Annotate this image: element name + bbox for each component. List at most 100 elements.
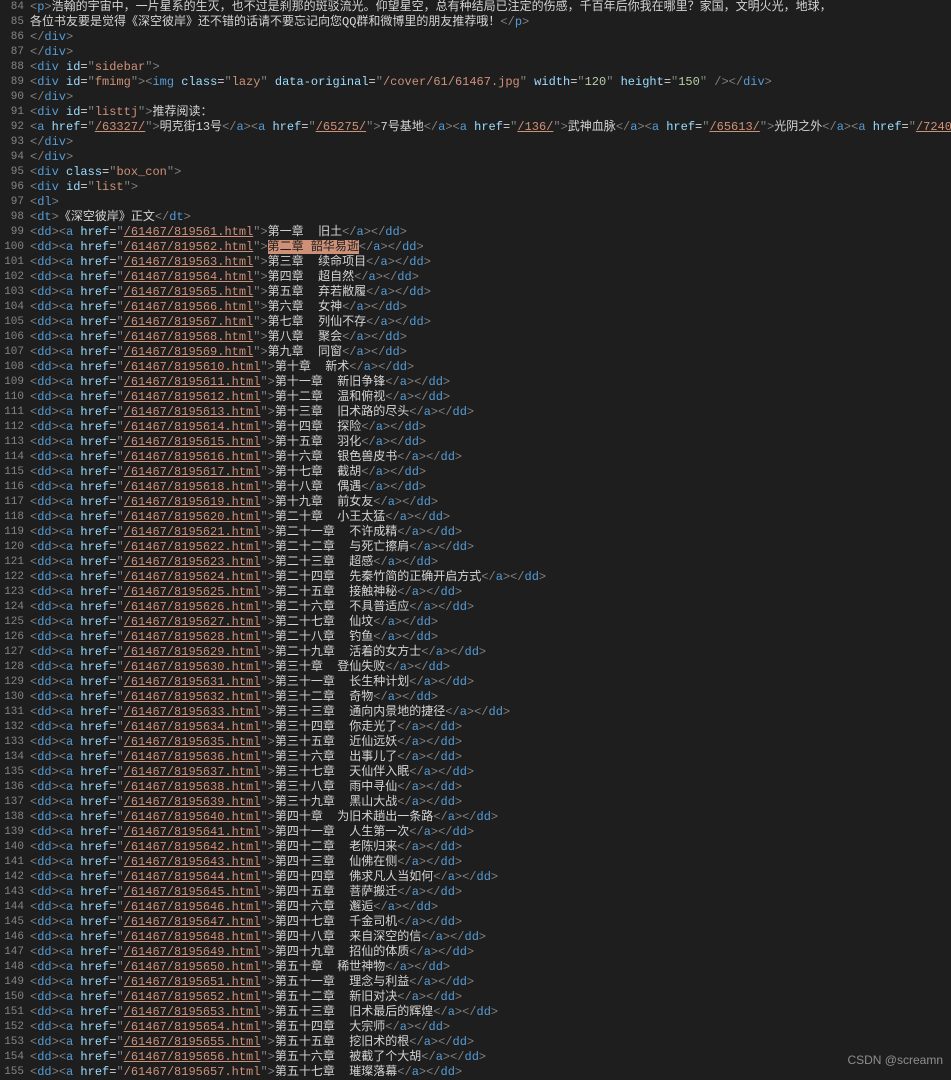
code-line[interactable]: <dd><a href="/61467/8195627.html">第二十七章 … — [30, 615, 951, 630]
line-number: 95 — [0, 165, 24, 180]
code-line[interactable]: <dd><a href="/61467/8195618.html">第十八章 偶… — [30, 480, 951, 495]
line-number: 155 — [0, 1065, 24, 1080]
line-number: 111 — [0, 405, 24, 420]
code-line[interactable]: </div> — [30, 150, 951, 165]
code-line[interactable]: <dd><a href="/61467/8195643.html">第四十三章 … — [30, 855, 951, 870]
code-line[interactable]: <dd><a href="/61467/8195636.html">第三十六章 … — [30, 750, 951, 765]
code-line[interactable]: <dd><a href="/61467/8195617.html">第十七章 截… — [30, 465, 951, 480]
code-line[interactable]: <div id="list"> — [30, 180, 951, 195]
line-number: 122 — [0, 570, 24, 585]
line-number: 99 — [0, 225, 24, 240]
code-line[interactable]: <dd><a href="/61467/8195612.html">第十二章 温… — [30, 390, 951, 405]
code-line[interactable]: <dd><a href="/61467/8195640.html">第四十章 为… — [30, 810, 951, 825]
line-number: 100 — [0, 240, 24, 255]
code-line[interactable]: <dd><a href="/61467/819561.html">第一章 旧土<… — [30, 225, 951, 240]
code-line[interactable]: <dd><a href="/61467/819562.html">第二章 韶华易… — [30, 240, 951, 255]
line-number: 97 — [0, 195, 24, 210]
code-line[interactable]: <dd><a href="/61467/8195613.html">第十三章 旧… — [30, 405, 951, 420]
code-line[interactable]: <dd><a href="/61467/8195647.html">第四十七章 … — [30, 915, 951, 930]
code-line[interactable]: <dd><a href="/61467/8195642.html">第四十二章 … — [30, 840, 951, 855]
code-line[interactable]: </div> — [30, 90, 951, 105]
code-line[interactable]: <dd><a href="/61467/8195632.html">第三十二章 … — [30, 690, 951, 705]
code-line[interactable]: <p>浩翰的宇宙中，一片星系的生灭，也不过是刹那的斑驳流光。仰望星空，总有种结局… — [30, 0, 951, 15]
code-line[interactable]: <dd><a href="/61467/8195652.html">第五十二章 … — [30, 990, 951, 1005]
code-line[interactable]: <dd><a href="/61467/819569.html">第九章 同窗<… — [30, 345, 951, 360]
line-number: 114 — [0, 450, 24, 465]
code-line[interactable]: <dd><a href="/61467/819564.html">第四章 超自然… — [30, 270, 951, 285]
code-line[interactable]: <dd><a href="/61467/8195650.html">第五十章 稀… — [30, 960, 951, 975]
line-number: 145 — [0, 915, 24, 930]
code-area[interactable]: <p>浩翰的宇宙中，一片星系的生灭，也不过是刹那的斑驳流光。仰望星空，总有种结局… — [28, 0, 951, 1076]
line-number: 113 — [0, 435, 24, 450]
line-number: 148 — [0, 960, 24, 975]
line-number: 146 — [0, 930, 24, 945]
code-line[interactable]: </div> — [30, 30, 951, 45]
line-number: 110 — [0, 390, 24, 405]
code-line[interactable]: <dd><a href="/61467/819565.html">第五章 弃若敝… — [30, 285, 951, 300]
code-line[interactable]: <dd><a href="/61467/8195621.html">第二十一章 … — [30, 525, 951, 540]
code-line[interactable]: <dd><a href="/61467/8195651.html">第五十一章 … — [30, 975, 951, 990]
code-line[interactable]: <dd><a href="/61467/8195615.html">第十五章 羽… — [30, 435, 951, 450]
code-line[interactable]: <dd><a href="/61467/8195648.html">第四十八章 … — [30, 930, 951, 945]
line-number: 94 — [0, 150, 24, 165]
code-line[interactable]: <dd><a href="/61467/8195634.html">第三十四章 … — [30, 720, 951, 735]
code-line[interactable]: <dd><a href="/61467/819568.html">第八章 聚会<… — [30, 330, 951, 345]
line-number: 117 — [0, 495, 24, 510]
line-number: 139 — [0, 825, 24, 840]
code-line[interactable]: <dd><a href="/61467/8195635.html">第三十五章 … — [30, 735, 951, 750]
code-line[interactable]: <dl> — [30, 195, 951, 210]
line-number: 149 — [0, 975, 24, 990]
code-line[interactable]: <dd><a href="/61467/8195624.html">第二十四章 … — [30, 570, 951, 585]
code-line[interactable]: <dd><a href="/61467/8195620.html">第二十章 小… — [30, 510, 951, 525]
code-line[interactable]: <dd><a href="/61467/8195655.html">第五十五章 … — [30, 1035, 951, 1050]
code-line[interactable]: <dd><a href="/61467/8195633.html">第三十三章 … — [30, 705, 951, 720]
code-line[interactable]: <dd><a href="/61467/8195622.html">第二十二章 … — [30, 540, 951, 555]
code-line[interactable]: <dd><a href="/61467/8195654.html">第五十四章 … — [30, 1020, 951, 1035]
code-line[interactable]: <dd><a href="/61467/8195626.html">第二十六章 … — [30, 600, 951, 615]
code-line[interactable]: </div> — [30, 45, 951, 60]
line-number: 137 — [0, 795, 24, 810]
line-number: 118 — [0, 510, 24, 525]
line-number: 142 — [0, 870, 24, 885]
code-line[interactable]: <dd><a href="/61467/8195614.html">第十四章 探… — [30, 420, 951, 435]
code-line[interactable]: <dd><a href="/61467/819567.html">第七章 列仙不… — [30, 315, 951, 330]
code-line[interactable]: <a href="/63327/">明克街13号</a><a href="/65… — [30, 120, 951, 135]
code-line[interactable]: <dd><a href="/61467/8195649.html">第四十九章 … — [30, 945, 951, 960]
code-line[interactable]: <dd><a href="/61467/8195638.html">第三十八章 … — [30, 780, 951, 795]
code-line[interactable]: <dd><a href="/61467/8195646.html">第四十六章 … — [30, 900, 951, 915]
code-line[interactable]: <dd><a href="/61467/8195630.html">第三十章 登… — [30, 660, 951, 675]
code-line[interactable]: <div id="sidebar"> — [30, 60, 951, 75]
code-line[interactable]: <dd><a href="/61467/8195625.html">第二十五章 … — [30, 585, 951, 600]
code-line[interactable]: <dd><a href="/61467/8195653.html">第五十三章 … — [30, 1005, 951, 1020]
line-number: 138 — [0, 810, 24, 825]
code-line[interactable]: <dd><a href="/61467/8195631.html">第三十一章 … — [30, 675, 951, 690]
line-number: 143 — [0, 885, 24, 900]
code-line[interactable]: <dd><a href="/61467/8195611.html">第十一章 新… — [30, 375, 951, 390]
code-line[interactable]: <dt>《深空彼岸》正文</dt> — [30, 210, 951, 225]
code-line[interactable]: <dd><a href="/61467/8195628.html">第二十八章 … — [30, 630, 951, 645]
code-line[interactable]: 各位书友要是觉得《深空彼岸》还不错的话请不要忘记向您QQ群和微博里的朋友推荐哦！… — [30, 15, 951, 30]
code-line[interactable]: <div id="fmimg"><img class="lazy" data-o… — [30, 75, 951, 90]
line-number: 119 — [0, 525, 24, 540]
code-line[interactable]: <dd><a href="/61467/8195641.html">第四十一章 … — [30, 825, 951, 840]
code-line[interactable]: <dd><a href="/61467/8195619.html">第十九章 前… — [30, 495, 951, 510]
code-line[interactable]: <dd><a href="/61467/8195623.html">第二十三章 … — [30, 555, 951, 570]
code-line[interactable]: <dd><a href="/61467/819566.html">第六章 女神<… — [30, 300, 951, 315]
code-line[interactable]: <div class="box_con"> — [30, 165, 951, 180]
code-line[interactable]: <dd><a href="/61467/8195629.html">第二十九章 … — [30, 645, 951, 660]
code-line[interactable]: <dd><a href="/61467/819563.html">第三章 续命项… — [30, 255, 951, 270]
code-line[interactable]: <dd><a href="/61467/8195637.html">第三十七章 … — [30, 765, 951, 780]
code-line[interactable]: <dd><a href="/61467/8195639.html">第三十九章 … — [30, 795, 951, 810]
code-line[interactable]: <dd><a href="/61467/8195644.html">第四十四章 … — [30, 870, 951, 885]
watermark: CSDN @screamn — [847, 1053, 943, 1068]
line-number: 135 — [0, 765, 24, 780]
code-line[interactable]: <dd><a href="/61467/8195656.html">第五十六章 … — [30, 1050, 951, 1065]
code-line[interactable]: <dd><a href="/61467/8195645.html">第四十五章 … — [30, 885, 951, 900]
code-line[interactable]: <div id="listtj">推荐阅读： — [30, 105, 951, 120]
code-line[interactable]: </div> — [30, 135, 951, 150]
code-line[interactable]: <dd><a href="/61467/8195610.html">第十章 新术… — [30, 360, 951, 375]
line-number: 96 — [0, 180, 24, 195]
line-number: 107 — [0, 345, 24, 360]
code-line[interactable]: <dd><a href="/61467/8195657.html">第五十七章 … — [30, 1065, 951, 1076]
code-line[interactable]: <dd><a href="/61467/8195616.html">第十六章 银… — [30, 450, 951, 465]
